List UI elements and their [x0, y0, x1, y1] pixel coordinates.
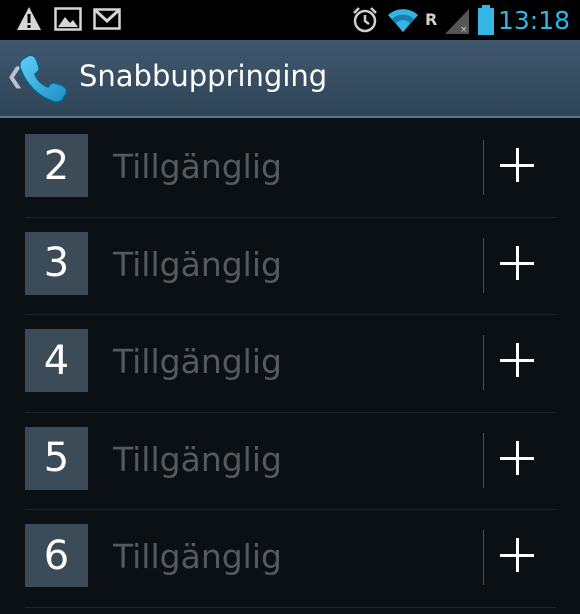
add-contact-button[interactable]	[498, 439, 538, 479]
svg-text:×: ×	[460, 25, 468, 35]
speed-dial-row[interactable]: 6 Tillgänglig	[0, 510, 580, 608]
divider	[483, 432, 484, 488]
speed-dial-list: 2 Tillgänglig 3 Tillgänglig 4 Tillgängli…	[0, 120, 580, 608]
speed-dial-row[interactable]: 2 Tillgänglig	[0, 120, 580, 218]
action-bar: ❮ Snabbuppringing	[0, 40, 580, 118]
speed-dial-label: Tillgänglig	[113, 537, 282, 576]
speed-dial-row[interactable]: 5 Tillgänglig	[0, 413, 580, 510]
divider	[483, 237, 484, 293]
divider	[483, 140, 484, 195]
status-bar: R × 13:18	[0, 0, 580, 40]
speed-dial-row[interactable]: 4 Tillgänglig	[0, 315, 580, 413]
battery-icon	[478, 5, 494, 39]
add-contact-button[interactable]	[498, 341, 538, 381]
speed-dial-label: Tillgänglig	[113, 244, 282, 284]
speed-dial-number: 6	[25, 524, 88, 587]
divider	[483, 335, 484, 390]
speed-dial-number: 2	[25, 134, 88, 197]
speed-dial-row[interactable]: 3 Tillgänglig	[0, 218, 580, 315]
divider	[483, 530, 484, 585]
gmail-icon	[93, 6, 121, 36]
clock: 13:18	[497, 6, 570, 35]
alarm-icon	[351, 6, 379, 38]
page-title: Snabbuppringing	[79, 59, 328, 93]
speed-dial-label: Tillgänglig	[113, 439, 282, 479]
speed-dial-label: Tillgänglig	[113, 147, 282, 186]
speed-dial-label: Tillgänglig	[113, 342, 282, 381]
image-icon	[54, 6, 82, 36]
wifi-icon	[387, 6, 419, 38]
divider	[25, 606, 556, 608]
warning-icon	[16, 6, 42, 36]
signal-icon: ×	[444, 7, 470, 39]
add-contact-button[interactable]	[498, 244, 538, 284]
speed-dial-number: 4	[25, 329, 88, 392]
phone-icon[interactable]	[18, 52, 70, 108]
add-contact-button[interactable]	[498, 536, 538, 576]
speed-dial-number: 5	[25, 426, 88, 490]
roaming-icon: R	[425, 10, 438, 29]
speed-dial-number: 3	[25, 231, 88, 295]
add-contact-button[interactable]	[498, 146, 538, 186]
